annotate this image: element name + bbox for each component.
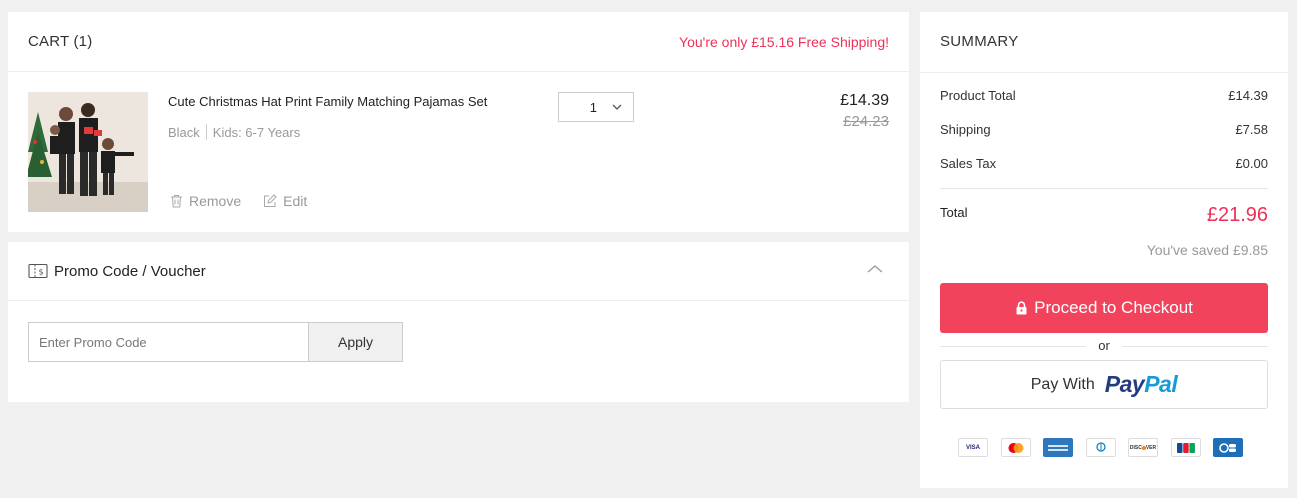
remove-label: Remove (189, 193, 242, 209)
pay-with-label: Pay With (1030, 375, 1095, 393)
quantity-value: 1 (589, 99, 597, 115)
checkout-label: Proceed to Checkout (1034, 298, 1193, 317)
promo-panel: $ Promo Code / Voucher Apply (8, 242, 909, 402)
edit-label: Edit (283, 193, 308, 209)
product-size: Kids: 6-7 Years (212, 124, 301, 140)
trash-icon (171, 195, 182, 208)
promo-form: Apply (28, 322, 403, 362)
product-name[interactable]: Cute Christmas Hat Print Family Matching… (168, 94, 487, 109)
current-price: £14.39 (840, 92, 889, 109)
cart-header: CART (1) You're only £15.16 Free Shippin… (8, 12, 909, 72)
promo-title: Promo Code / Voucher (54, 262, 206, 280)
amex-icon (1043, 438, 1073, 457)
promo-header[interactable]: $ Promo Code / Voucher (8, 242, 909, 301)
paypal-logo-part1: Pay (1104, 371, 1145, 397)
item-actions: Remove Edit (170, 193, 329, 209)
apply-button[interactable]: Apply (308, 322, 403, 362)
divider (920, 72, 1288, 73)
summary-title: SUMMARY (940, 33, 1019, 50)
proceed-to-checkout-button[interactable]: Proceed to Checkout (940, 283, 1268, 333)
edit-button[interactable]: Edit (263, 193, 307, 209)
summary-row-product-total: Product Total £14.39 (940, 88, 1268, 103)
payment-methods: VISA DISC VER (958, 438, 1256, 457)
or-text: or (1086, 338, 1122, 353)
cb-icon (1213, 438, 1243, 457)
savings-text: You've saved £9.85 (1146, 242, 1268, 258)
divider (940, 188, 1268, 189)
voucher-icon: $ (28, 263, 48, 279)
cart-title: CART (1) (28, 33, 93, 50)
remove-button[interactable]: Remove (170, 193, 241, 209)
summary-row-shipping: Shipping £7.58 (940, 122, 1268, 137)
summary-row-label: Product Total (940, 88, 1016, 103)
mastercard-icon (1000, 438, 1031, 457)
summary-row-sales-tax: Sales Tax £0.00 (940, 156, 1268, 171)
jcb-icon (1170, 438, 1201, 457)
promo-code-input[interactable] (28, 322, 308, 362)
edit-icon (264, 194, 277, 207)
summary-row-label: Shipping (940, 122, 991, 137)
paypal-logo-part2: Pal (1144, 371, 1178, 397)
visa-icon: VISA (958, 438, 988, 457)
summary-panel: SUMMARY Product Total £14.39 Shipping £7… (920, 12, 1288, 488)
free-shipping-message: You're only £15.16 Free Shipping! (679, 33, 889, 50)
chevron-up-icon[interactable] (867, 264, 883, 274)
product-color: Black (168, 124, 200, 140)
total-label: Total (940, 205, 968, 220)
summary-row-value: £7.58 (1235, 122, 1268, 137)
lock-icon (1016, 301, 1027, 315)
total-value: £21.96 (1206, 204, 1268, 226)
quantity-select[interactable]: 1 (558, 92, 634, 122)
product-image[interactable] (28, 92, 148, 212)
attribute-divider (205, 124, 207, 140)
cart-item: Cute Christmas Hat Print Family Matching… (8, 72, 909, 232)
product-price: £14.39 £24.23 (840, 92, 889, 130)
summary-row-label: Sales Tax (940, 156, 997, 171)
paypal-button[interactable]: Pay With PayPal (940, 360, 1268, 409)
diners-club-icon (1085, 438, 1116, 457)
summary-row-value: £0.00 (1235, 156, 1268, 171)
product-attributes: Black Kids: 6-7 Years (168, 124, 300, 140)
discover-icon: DISC VER (1128, 438, 1158, 457)
original-price: £24.23 (843, 113, 889, 130)
svg-text:$: $ (38, 268, 43, 277)
paypal-logo: PayPal (1104, 371, 1178, 398)
cart-panel: CART (1) You're only £15.16 Free Shippin… (8, 12, 909, 232)
chevron-down-icon (612, 104, 622, 110)
summary-row-value: £14.39 (1228, 88, 1268, 103)
